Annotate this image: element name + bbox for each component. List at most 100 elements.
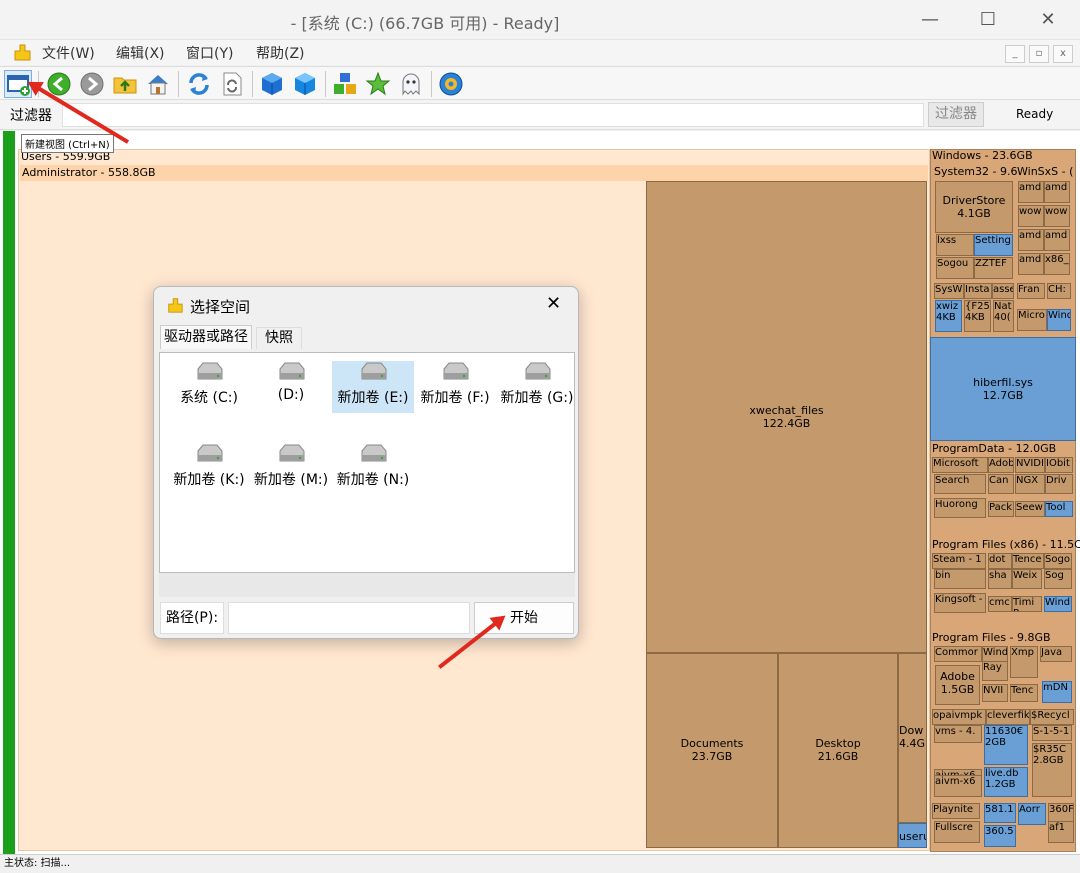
- treemap-cell[interactable]: sha: [988, 569, 1012, 589]
- treemap-cell[interactable]: Tenc: [1010, 684, 1038, 702]
- treemap-cell[interactable]: vms - 4.: [934, 725, 982, 743]
- treemap-cell[interactable]: xwiz 4KB: [935, 300, 962, 332]
- treemap-cell[interactable]: Nat 40(: [993, 300, 1014, 332]
- treemap-cell[interactable]: Setting: [974, 234, 1013, 256]
- ghost-icon[interactable]: [397, 70, 425, 98]
- treemap-cell[interactable]: Driv: [1045, 474, 1073, 494]
- drive-item[interactable]: 新加卷 (G:): [496, 361, 578, 413]
- treemap-cell[interactable]: wow: [1018, 205, 1044, 227]
- treemap-cell[interactable]: 360.5: [984, 825, 1016, 847]
- close-button[interactable]: ✕: [1028, 4, 1068, 36]
- treemap-cell[interactable]: S-1-5-1: [1032, 725, 1072, 741]
- refresh-document-icon[interactable]: [218, 70, 246, 98]
- treemap-cell[interactable]: amd: [1018, 229, 1044, 251]
- treemap-cell[interactable]: Can: [988, 474, 1014, 494]
- treemap-cell[interactable]: Pack: [988, 501, 1014, 517]
- treemap-cell[interactable]: dot: [988, 553, 1012, 569]
- treemap-cell[interactable]: Timi P: [1012, 596, 1042, 612]
- treemap-cell[interactable]: aivm-x6: [934, 775, 982, 797]
- desktop-folder[interactable]: Desktop 21.6GB: [778, 653, 898, 848]
- treemap-cell[interactable]: lxss: [936, 234, 974, 256]
- filter-button[interactable]: 过滤器: [928, 102, 984, 127]
- treemap-cell[interactable]: amd: [1044, 229, 1070, 251]
- home-icon[interactable]: [144, 70, 172, 98]
- downloads-folder[interactable]: Dow 4.4G: [898, 653, 927, 823]
- drive-item[interactable]: 新加卷 (M:): [250, 443, 332, 495]
- refresh-icon[interactable]: [185, 70, 213, 98]
- menu-edit[interactable]: 编辑(X): [116, 43, 165, 63]
- treemap-cell[interactable]: Xmp: [1010, 646, 1038, 678]
- treemap-cell[interactable]: IObit: [1045, 457, 1073, 473]
- filter-input[interactable]: [62, 103, 924, 127]
- treemap-cell[interactable]: cmc: [988, 596, 1012, 612]
- treemap-cell[interactable]: Weix: [1012, 569, 1042, 589]
- dialog-close-button[interactable]: ✕: [546, 293, 561, 314]
- treemap-cell[interactable]: live.db 1.2GB: [984, 767, 1028, 797]
- treemap-cell[interactable]: Adob: [988, 457, 1014, 473]
- documents-folder[interactable]: Documents 23.7GB: [646, 653, 778, 848]
- treemap-cell[interactable]: Wind: [1047, 309, 1071, 331]
- treemap-cell[interactable]: CH:: [1047, 283, 1071, 299]
- treemap-cell[interactable]: amd: [1018, 181, 1044, 203]
- mdi-restore-button[interactable]: ▫: [1029, 45, 1049, 63]
- treemap-cell[interactable]: NVII: [982, 684, 1008, 702]
- treemap-cell[interactable]: NGX: [1015, 474, 1045, 494]
- treemap-cell[interactable]: Wind: [1044, 596, 1072, 612]
- treemap-cell[interactable]: 581.1: [984, 803, 1016, 823]
- maximize-button[interactable]: ☐: [968, 4, 1008, 36]
- mdi-minimize-button[interactable]: _: [1005, 45, 1025, 63]
- cube-icon[interactable]: [258, 70, 286, 98]
- treemap-cell[interactable]: bin: [934, 569, 986, 589]
- treemap-cell[interactable]: Search: [934, 474, 986, 494]
- driverstore-folder[interactable]: DriverStore 4.1GB: [935, 181, 1013, 233]
- menu-file[interactable]: 文件(W): [42, 43, 95, 63]
- treemap-cell[interactable]: Wind: [982, 646, 1008, 662]
- treemap-cell[interactable]: {F25 4KB: [964, 300, 991, 332]
- folder-up-icon[interactable]: [111, 70, 139, 98]
- treemap-cell[interactable]: x86_: [1044, 253, 1070, 275]
- treemap-cell[interactable]: Fullscre: [934, 821, 980, 843]
- treemap-cell[interactable]: 360F: [1048, 803, 1074, 823]
- treemap-cell[interactable]: opaivmpk: [932, 709, 986, 725]
- adobe-folder[interactable]: Adobe 1.5GB: [935, 665, 980, 705]
- hiberfil-file[interactable]: hiberfil.sys 12.7GB: [930, 337, 1076, 441]
- drive-item[interactable]: 新加卷 (E:): [332, 361, 414, 413]
- treemap-cell[interactable]: Commor: [934, 646, 982, 662]
- treemap-cell[interactable]: asse: [992, 283, 1014, 299]
- treemap-cell[interactable]: wow: [1044, 205, 1070, 227]
- treemap-cell[interactable]: amd: [1018, 253, 1044, 275]
- treemap-cell[interactable]: cleverfik: [986, 709, 1030, 725]
- settings-gear-icon[interactable]: [437, 70, 465, 98]
- treemap-cell[interactable]: Micro: [1017, 309, 1047, 331]
- treemap-cell[interactable]: amd: [1044, 181, 1070, 203]
- path-input[interactable]: [228, 602, 470, 634]
- user-small-block[interactable]: useru: [898, 823, 927, 848]
- cube-blue-icon[interactable]: [291, 70, 319, 98]
- treemap-cell[interactable]: Aorr: [1018, 803, 1046, 825]
- treemap-cell[interactable]: mDN: [1042, 681, 1072, 703]
- menu-window[interactable]: 窗口(Y): [186, 43, 233, 63]
- tab-drives[interactable]: 驱动器或路径: [160, 325, 252, 349]
- drive-item[interactable]: 新加卷 (N:): [332, 443, 414, 495]
- treemap-cell[interactable]: Seew: [1015, 501, 1045, 517]
- treemap-cell[interactable]: Sogou: [936, 257, 974, 279]
- mdi-close-button[interactable]: x: [1053, 45, 1073, 63]
- treemap-cell[interactable]: Ray: [982, 661, 1008, 681]
- treemap-cell[interactable]: SysW: [934, 283, 964, 299]
- treemap-cell[interactable]: Playnite -: [932, 803, 980, 819]
- treemap-cell[interactable]: Fran: [1017, 283, 1045, 299]
- treemap-cell[interactable]: Kingsoft -: [934, 593, 986, 613]
- star-icon[interactable]: [364, 70, 392, 98]
- treemap-cell[interactable]: Huorong: [934, 498, 986, 518]
- drive-item[interactable]: 新加卷 (K:): [168, 443, 250, 495]
- xwechat-files-folder[interactable]: xwechat_files 122.4GB: [646, 181, 927, 653]
- treemap-cell[interactable]: $Recycl: [1030, 709, 1074, 725]
- menu-help[interactable]: 帮助(Z): [256, 43, 305, 63]
- treemap-cell[interactable]: 11630€ 2GB: [984, 725, 1028, 765]
- treemap-cell[interactable]: af1: [1048, 821, 1074, 843]
- drive-item[interactable]: (D:): [250, 361, 332, 413]
- drive-item[interactable]: 新加卷 (F:): [414, 361, 496, 413]
- treemap-cell[interactable]: Insta: [964, 283, 992, 299]
- treemap-cell[interactable]: Steam - 1: [932, 553, 986, 569]
- treemap-cell[interactable]: Microsoft: [932, 457, 988, 473]
